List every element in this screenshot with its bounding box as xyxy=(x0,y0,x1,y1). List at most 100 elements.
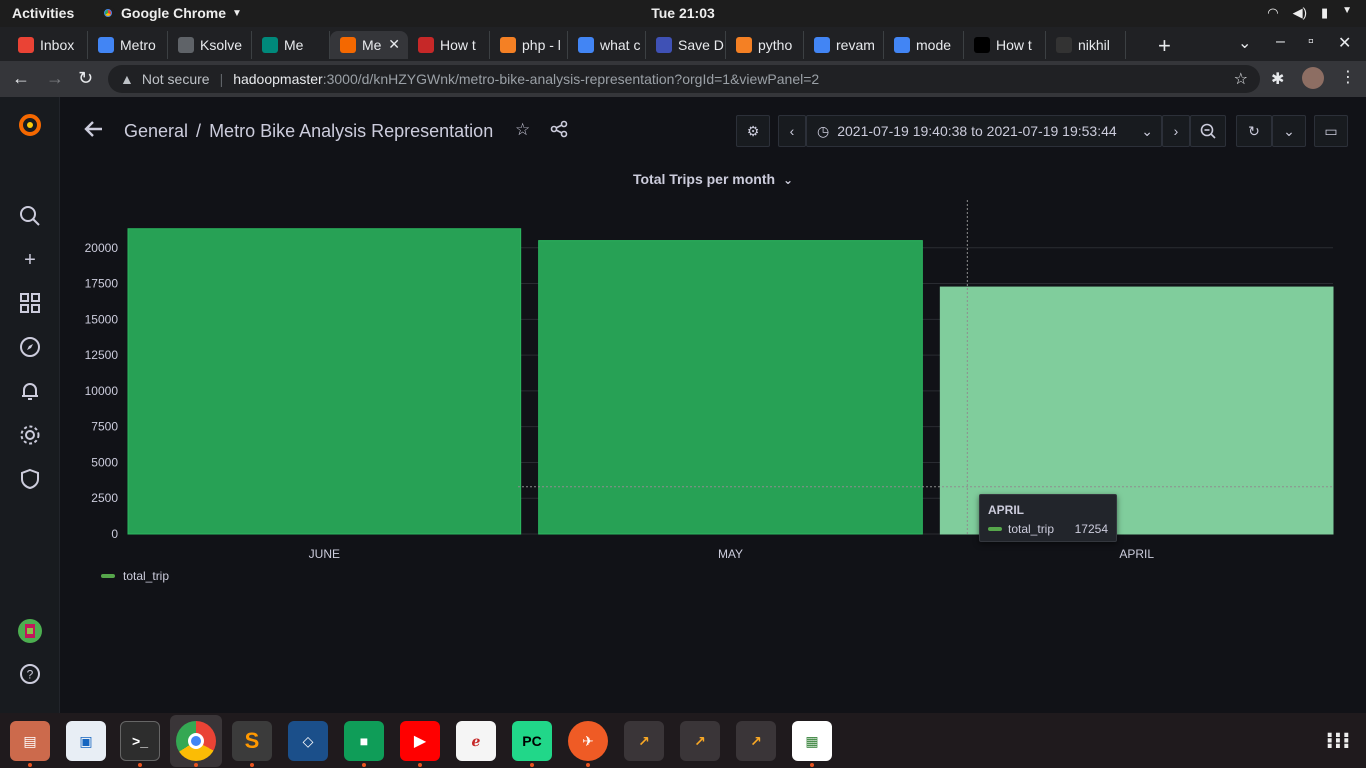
address-bar[interactable]: ▲ Not secure | hadoopmaster :3000/d/knHZ… xyxy=(108,65,1260,93)
dashboards-icon[interactable] xyxy=(18,292,42,316)
browser-tab[interactable]: mode xyxy=(884,31,964,59)
youtube-icon[interactable]: ▶ xyxy=(400,721,440,761)
postman-icon[interactable]: ✈ xyxy=(568,721,608,761)
y-tick-label: 17500 xyxy=(85,277,119,291)
browser-tab[interactable]: what c xyxy=(568,31,646,59)
show-applications-icon[interactable]: ⁝⁝⁝ xyxy=(1318,721,1358,761)
dashboard-title[interactable]: Metro Bike Analysis Representation xyxy=(209,121,493,141)
pdf-viewer-icon[interactable]: ℯ xyxy=(456,721,496,761)
running-indicator xyxy=(138,763,142,767)
url-path: :3000/d/knHZYGWnk/metro-bike-analysis-re… xyxy=(322,71,820,87)
forward-icon[interactable]: → xyxy=(46,68,64,89)
medium-icon xyxy=(974,37,990,53)
browser-tab[interactable]: Inbox xyxy=(8,31,88,59)
profile-avatar[interactable] xyxy=(1302,67,1324,89)
browser-tab[interactable]: revam xyxy=(804,31,884,59)
time-shift-back-button[interactable]: ‹ xyxy=(778,115,806,147)
warning-icon[interactable]: ▲ xyxy=(120,71,134,87)
browser-tab[interactable]: nikhil xyxy=(1046,31,1126,59)
app-64-icon-3[interactable]: ↗ xyxy=(736,721,776,761)
refresh-button[interactable]: ↻ xyxy=(1236,115,1272,147)
extensions-icon[interactable]: ✱ xyxy=(1271,69,1284,89)
time-shift-forward-button[interactable]: › xyxy=(1162,115,1190,147)
browser-tab[interactable]: How t xyxy=(408,31,490,59)
running-indicator xyxy=(28,763,32,767)
reload-icon[interactable]: ↻ xyxy=(78,68,93,89)
legend-label: total_trip xyxy=(123,569,170,583)
tab-search-icon[interactable]: ⌄ xyxy=(1238,33,1251,53)
tab-label: Ksolve xyxy=(200,37,243,53)
create-plus-icon[interactable]: + xyxy=(18,248,42,272)
refresh-icon: ↻ xyxy=(1248,122,1260,139)
browser-tab[interactable]: Save D xyxy=(646,31,726,59)
minimize-icon[interactable]: – xyxy=(1276,33,1285,51)
zoom-out-button[interactable] xyxy=(1190,115,1226,147)
explore-compass-icon[interactable] xyxy=(18,336,42,360)
refresh-interval-button[interactable]: ⌄ xyxy=(1272,115,1306,147)
running-indicator xyxy=(362,763,366,767)
dashboard-settings-button[interactable]: ⚙ xyxy=(736,115,770,147)
tab-label: How t xyxy=(440,37,476,53)
maximize-icon[interactable]: ▫ xyxy=(1308,33,1314,51)
bookmark-star-icon[interactable]: ☆ xyxy=(1234,69,1248,89)
back-icon[interactable]: ← xyxy=(12,68,30,89)
browser-tab[interactable]: Me ✕ xyxy=(330,31,408,59)
sublime-text-icon[interactable]: S xyxy=(232,721,272,761)
app-64-icon-1[interactable]: ↗ xyxy=(624,721,664,761)
tab-label: Me xyxy=(284,37,304,53)
share-icon[interactable] xyxy=(550,120,568,143)
alerting-bell-icon[interactable] xyxy=(18,380,42,404)
configuration-gear-icon[interactable] xyxy=(18,424,42,448)
grafana-icon xyxy=(340,37,356,53)
search-icon[interactable] xyxy=(18,205,42,229)
panel-title[interactable]: Total Trips per month ⌄ xyxy=(0,171,1366,187)
chart-legend[interactable]: total_trip xyxy=(101,569,169,583)
app-64-icon-2[interactable]: ↗ xyxy=(680,721,720,761)
running-indicator xyxy=(586,763,590,767)
stackoverflow-icon xyxy=(736,37,752,53)
browser-tab[interactable]: pytho xyxy=(726,31,804,59)
y-tick-label: 5000 xyxy=(91,455,118,469)
files-icon[interactable]: ▤ xyxy=(10,721,50,761)
new-tab-button[interactable]: + xyxy=(1158,33,1171,59)
system-tray[interactable]: ◠ ◀) ▮ ▼ xyxy=(1267,5,1352,21)
browser-tab[interactable]: php - l xyxy=(490,31,568,59)
hangouts-chat-icon[interactable]: ■ xyxy=(344,721,384,761)
chevron-down-icon: ⌄ xyxy=(1283,122,1295,139)
close-tab-icon[interactable]: ✕ xyxy=(388,36,400,53)
tooltip-title: APRIL xyxy=(988,503,1024,517)
svg-text:?: ? xyxy=(27,668,34,682)
breadcrumb-folder[interactable]: General xyxy=(124,121,188,141)
close-window-icon[interactable]: ✕ xyxy=(1338,33,1351,53)
security-label[interactable]: Not secure xyxy=(142,71,210,87)
pycharm-icon[interactable]: PC xyxy=(512,721,552,761)
y-tick-label: 15000 xyxy=(85,312,119,326)
virtualbox-icon[interactable]: ◇ xyxy=(288,721,328,761)
image-viewer-icon[interactable]: ▣ xyxy=(66,721,106,761)
view-mode-button[interactable]: ▭ xyxy=(1314,115,1348,147)
system-top-bar: Activities Google Chrome ▼ Tue 21:03 ◠ ◀… xyxy=(0,0,1366,27)
caret-down-icon: ▼ xyxy=(1342,5,1352,16)
back-arrow-icon[interactable] xyxy=(83,118,105,146)
x-tick-label: JUNE xyxy=(309,547,340,561)
browser-tab[interactable]: Metro xyxy=(88,31,168,59)
clock[interactable]: Tue 21:03 xyxy=(0,5,1366,21)
tab-label: mode xyxy=(916,37,952,53)
bar-chart[interactable]: 0 2500 5000 7500 10000 12500 15000 17500 20000 JU… xyxy=(60,200,1360,570)
browser-tab[interactable]: Ksolve xyxy=(168,31,252,59)
grafana-logo-icon[interactable] xyxy=(18,113,42,137)
terminal-icon[interactable]: >_ xyxy=(120,721,160,761)
time-picker-button[interactable]: ◷ 2021-07-19 19:40:38 to 2021-07-19 19:5… xyxy=(806,115,1162,147)
browser-tab[interactable]: Me xyxy=(252,31,330,59)
y-tick-label: 0 xyxy=(111,527,118,541)
spreadsheet-icon[interactable]: ▦ xyxy=(792,721,832,761)
server-admin-shield-icon[interactable] xyxy=(18,468,42,492)
volume-icon: ◀) xyxy=(1292,5,1307,20)
chrome-menu-icon[interactable]: ⋮ xyxy=(1340,67,1356,87)
url-host: hadoopmaster xyxy=(233,71,323,87)
help-icon[interactable]: ? xyxy=(18,663,42,687)
chrome-dock-icon[interactable] xyxy=(176,721,216,761)
user-avatar[interactable] xyxy=(18,619,42,643)
browser-tab[interactable]: How t xyxy=(964,31,1046,59)
star-icon[interactable]: ☆ xyxy=(515,120,530,140)
